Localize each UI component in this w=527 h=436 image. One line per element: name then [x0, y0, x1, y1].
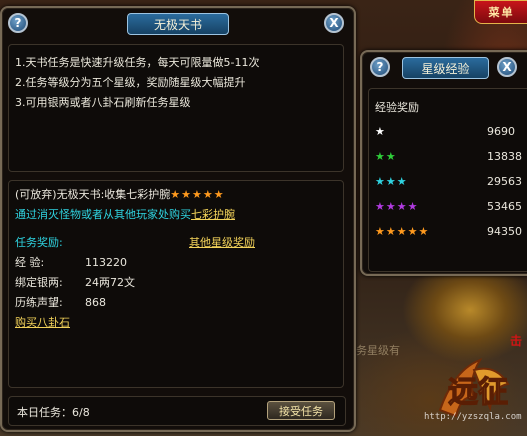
exp-value: 13838 [487, 150, 522, 163]
reward-value-silver: 24两72文 [85, 276, 135, 289]
accept-task-button[interactable]: 接受任务 [267, 401, 335, 420]
reward-label-prestige: 历练声望: [15, 296, 63, 309]
quest-footer: 本日任务：6/8 接受任务 [8, 396, 346, 426]
exp-value: 53465 [487, 200, 522, 213]
quest-panel: 无极天书 ? X 1.天书任务是快速升级任务，每天可限量做5-11次 2.任务等… [0, 6, 356, 432]
reward-row: 绑定银两: 24两72文 [15, 275, 135, 291]
task-line: (可放弃)无极天书:收集七彩护腕★★★★★ [15, 187, 225, 203]
exp-row-4: ★★★★ 53465 [375, 200, 525, 216]
star-2-icon: ★★ [375, 150, 397, 163]
description-line-1: 1.天书任务是快速升级任务，每天可限量做5-11次 [15, 56, 260, 69]
quest-close-button[interactable]: X [324, 13, 344, 33]
star-1-icon: ★ [375, 125, 386, 138]
background-red-text: 击 [510, 334, 523, 348]
exp-row-2: ★★ 13838 [375, 150, 525, 166]
reward-value-prestige: 868 [85, 296, 106, 309]
buy-bagua-link[interactable]: 购买八卦石 [15, 315, 70, 331]
exp-value: 94350 [487, 225, 522, 238]
exp-close-button[interactable]: X [497, 57, 517, 77]
reward-label-silver: 绑定银两: [15, 276, 63, 289]
menu-button[interactable]: 菜单 [474, 0, 527, 24]
exp-title: 星级经验 [402, 57, 489, 79]
quest-detail-box: (可放弃)无极天书:收集七彩护腕★★★★★ 通过消灭怪物或者从其他玩家处购买七彩… [8, 180, 344, 388]
task-text: (可放弃)无极天书:收集七彩护腕 [15, 188, 171, 201]
star-exp-panel: 星级经验 ? X 经验奖励 ★ 9690 ★★ 13838 ★★★ 29563 … [360, 50, 527, 276]
reward-value-exp: 113220 [85, 256, 127, 269]
daily-task-count: 本日任务：6/8 [17, 406, 90, 419]
instruction-line: 通过消灭怪物或者从其他玩家处购买七彩护腕 [15, 207, 235, 223]
other-rewards-link[interactable]: 其他星级奖励 [189, 235, 255, 251]
instruction-text: 通过消灭怪物或者从其他玩家处购买 [15, 208, 191, 221]
exp-list-box: 经验奖励 ★ 9690 ★★ 13838 ★★★ 29563 ★★★★ 5346… [368, 88, 527, 272]
description-line-3: 3.可用银两或者八卦石刷新任务星级 [15, 96, 191, 109]
reward-row: 历练声望: 868 [15, 295, 106, 311]
star-4-icon: ★★★★ [375, 200, 419, 213]
quest-titlebar: 无极天书 [8, 12, 348, 36]
exp-row-5: ★★★★★ 94350 [375, 225, 525, 241]
exp-row-1: ★ 9690 [375, 125, 525, 141]
reward-label: 任务奖励: [15, 236, 63, 249]
quest-help-button[interactable]: ? [8, 13, 28, 33]
description-line-2: 2.任务等级分为五个星级，奖励随星级大幅提升 [15, 76, 246, 89]
reward-label-exp: 经 验: [15, 256, 45, 269]
exp-value: 9690 [487, 125, 515, 138]
exp-header: 经验奖励 [375, 101, 419, 114]
quest-description-box: 1.天书任务是快速升级任务，每天可限量做5-11次 2.任务等级分为五个星级，奖… [8, 44, 344, 172]
quest-title: 无极天书 [126, 13, 229, 35]
exp-help-button[interactable]: ? [370, 57, 390, 77]
reward-row: 经 验: 113220 [15, 255, 127, 271]
logo-text: 远征 [448, 375, 508, 410]
watermark: http://yzszqla.com [424, 412, 522, 422]
star-5-icon: ★★★★★ [375, 225, 430, 238]
item-link[interactable]: 七彩护腕 [191, 208, 235, 221]
star-3-icon: ★★★ [375, 175, 408, 188]
exp-row-3: ★★★ 29563 [375, 175, 525, 191]
exp-value: 29563 [487, 175, 522, 188]
task-stars-icon: ★★★★★ [170, 188, 225, 201]
